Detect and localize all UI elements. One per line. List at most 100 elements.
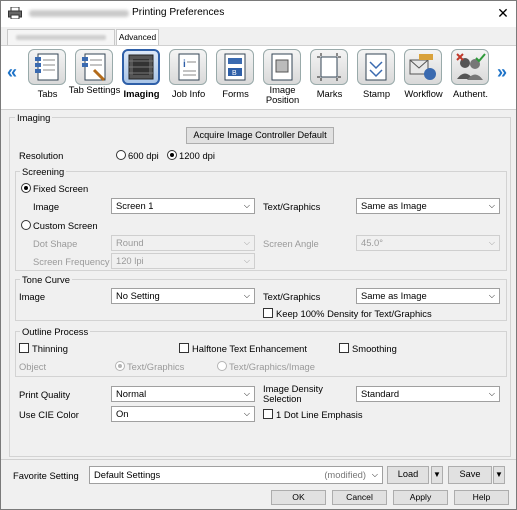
favorite-setting-select[interactable]: Default Settings (modified) ⌵ bbox=[89, 466, 383, 484]
nav-label: Authent. bbox=[453, 88, 488, 99]
nav-marks[interactable]: Marks bbox=[307, 49, 352, 109]
checkbox-label: Halftone Text Enhancement bbox=[192, 343, 308, 354]
nav-stamp[interactable]: Stamp bbox=[354, 49, 399, 109]
image-density-label: Image Density Selection bbox=[263, 383, 323, 404]
imaging-group-title: Imaging bbox=[15, 112, 53, 123]
tab-printer[interactable] bbox=[7, 29, 115, 45]
radio-label: Custom Screen bbox=[33, 220, 98, 231]
radio-selected-icon bbox=[21, 183, 31, 193]
print-quality-label: Print Quality bbox=[19, 389, 71, 400]
smoothing-checkbox[interactable]: Smoothing bbox=[339, 343, 397, 354]
select-value: Same as Image bbox=[361, 200, 427, 211]
chevron-down-icon: ⌵ bbox=[243, 256, 250, 265]
authentication-icon bbox=[451, 49, 489, 85]
nav-forms[interactable]: B Forms bbox=[213, 49, 258, 109]
ok-button[interactable]: OK bbox=[271, 490, 326, 505]
checkbox-icon bbox=[179, 343, 189, 353]
radio-icon bbox=[116, 150, 126, 160]
tone-text-graphics-select[interactable]: Same as Image ⌵ bbox=[356, 288, 500, 304]
nav-workflow[interactable]: Workflow bbox=[401, 49, 446, 109]
close-button[interactable]: ✕ bbox=[493, 4, 513, 22]
keep-density-checkbox[interactable]: Keep 100% Density for Text/Graphics bbox=[263, 308, 432, 319]
tabs-icon bbox=[28, 49, 66, 85]
screen-angle-select[interactable]: 45.0° ⌵ bbox=[356, 235, 500, 251]
screen-text-graphics-select[interactable]: Same as Image ⌵ bbox=[356, 198, 500, 214]
chevron-down-icon: ⌵ bbox=[243, 389, 250, 398]
select-value: On bbox=[116, 408, 129, 419]
resolution-1200-radio[interactable]: 1200 dpi bbox=[167, 150, 215, 161]
screen-frequency-select[interactable]: 120 lpi ⌵ bbox=[111, 253, 255, 269]
checkbox-label: Thinning bbox=[32, 343, 68, 354]
image-density-select[interactable]: Standard ⌵ bbox=[356, 386, 500, 402]
apply-button[interactable]: Apply bbox=[393, 490, 448, 505]
object-text-graphics-radio[interactable]: Text/Graphics bbox=[115, 361, 184, 372]
workflow-icon bbox=[404, 49, 442, 85]
screening-title: Screening bbox=[20, 166, 67, 177]
nav-imaging[interactable]: Imaging bbox=[119, 49, 164, 109]
cie-color-select[interactable]: On ⌵ bbox=[111, 406, 255, 422]
printing-preferences-window: Printing Preferences ✕ Advanced « » Tabs… bbox=[0, 0, 517, 510]
top-tabstrip: Advanced bbox=[1, 27, 516, 45]
radio-icon bbox=[21, 220, 31, 230]
radio-icon bbox=[217, 361, 227, 371]
halftone-checkbox[interactable]: Halftone Text Enhancement bbox=[179, 343, 307, 354]
checkbox-icon bbox=[263, 409, 273, 419]
marks-icon bbox=[310, 49, 348, 85]
load-dropdown-button[interactable]: ▼ bbox=[431, 466, 443, 484]
tone-image-select[interactable]: No Setting ⌵ bbox=[111, 288, 255, 304]
chevron-down-icon: ⌵ bbox=[243, 409, 250, 418]
nav-job-info[interactable]: i Job Info bbox=[166, 49, 211, 109]
nav-authentication[interactable]: Authent. bbox=[448, 49, 493, 109]
svg-text:B: B bbox=[232, 70, 237, 77]
dot-line-emphasis-checkbox[interactable]: 1 Dot Line Emphasis bbox=[263, 409, 363, 420]
chevron-down-icon: ⌵ bbox=[488, 291, 495, 300]
radio-label: Text/Graphics/Image bbox=[229, 361, 315, 372]
help-button[interactable]: Help bbox=[454, 490, 509, 505]
load-button[interactable]: Load bbox=[387, 466, 429, 484]
radio-label: 600 dpi bbox=[128, 150, 159, 161]
print-quality-select[interactable]: Normal ⌵ bbox=[111, 386, 255, 402]
forms-icon: B bbox=[216, 49, 254, 85]
tab-advanced[interactable]: Advanced bbox=[116, 29, 159, 45]
custom-screen-radio[interactable]: Custom Screen bbox=[21, 220, 98, 231]
select-value: Standard bbox=[361, 388, 400, 399]
dot-shape-label: Dot Shape bbox=[33, 238, 78, 249]
save-dropdown-button[interactable]: ▼ bbox=[493, 466, 505, 484]
checkbox-icon bbox=[263, 308, 273, 318]
nav-tab-settings[interactable]: Tab Settings bbox=[69, 49, 120, 109]
radio-label: Text/Graphics bbox=[127, 361, 185, 372]
thinning-checkbox[interactable]: Thinning bbox=[19, 343, 68, 354]
select-value: Screen 1 bbox=[116, 200, 154, 211]
scroll-left-icon[interactable]: « bbox=[7, 62, 17, 83]
resolution-label: Resolution bbox=[19, 150, 64, 161]
object-text-graphics-image-radio[interactable]: Text/Graphics/Image bbox=[217, 361, 315, 372]
nav-image-position[interactable]: Image Position bbox=[260, 49, 305, 109]
select-value: 120 lpi bbox=[116, 255, 144, 266]
chevron-down-icon: ⌵ bbox=[488, 201, 495, 210]
screen-image-select[interactable]: Screen 1 ⌵ bbox=[111, 198, 255, 214]
cie-color-label: Use CIE Color bbox=[19, 409, 79, 420]
title-bar: Printing Preferences ✕ bbox=[1, 1, 516, 27]
radio-selected-icon bbox=[115, 361, 125, 371]
tone-text-graphics-label: Text/Graphics bbox=[263, 291, 321, 302]
tone-image-label: Image bbox=[19, 291, 46, 302]
acquire-default-button[interactable]: Acquire Image Controller Default bbox=[186, 127, 334, 144]
chevron-down-icon: ⌵ bbox=[243, 291, 250, 300]
tone-curve-title: Tone Curve bbox=[20, 274, 72, 285]
window-title: Printing Preferences bbox=[132, 7, 225, 18]
job-info-icon: i bbox=[169, 49, 207, 85]
tab-settings-icon bbox=[75, 49, 113, 85]
favorite-setting-label: Favorite Setting bbox=[13, 470, 79, 481]
scroll-right-icon[interactable]: » bbox=[497, 62, 507, 83]
outline-process-title: Outline Process bbox=[20, 326, 91, 337]
fixed-screen-radio[interactable]: Fixed Screen bbox=[21, 183, 88, 194]
cancel-button[interactable]: Cancel bbox=[332, 490, 387, 505]
resolution-600-radio[interactable]: 600 dpi bbox=[116, 150, 159, 161]
save-button[interactable]: Save bbox=[448, 466, 492, 484]
select-value: No Setting bbox=[116, 290, 160, 301]
dot-shape-select[interactable]: Round ⌵ bbox=[111, 235, 255, 251]
object-label: Object bbox=[19, 361, 47, 372]
feature-toolbar: « » Tabs Tab Settings Imaging i Job Info bbox=[1, 45, 516, 110]
radio-label: Fixed Screen bbox=[33, 183, 89, 194]
nav-tabs[interactable]: Tabs bbox=[25, 49, 70, 109]
